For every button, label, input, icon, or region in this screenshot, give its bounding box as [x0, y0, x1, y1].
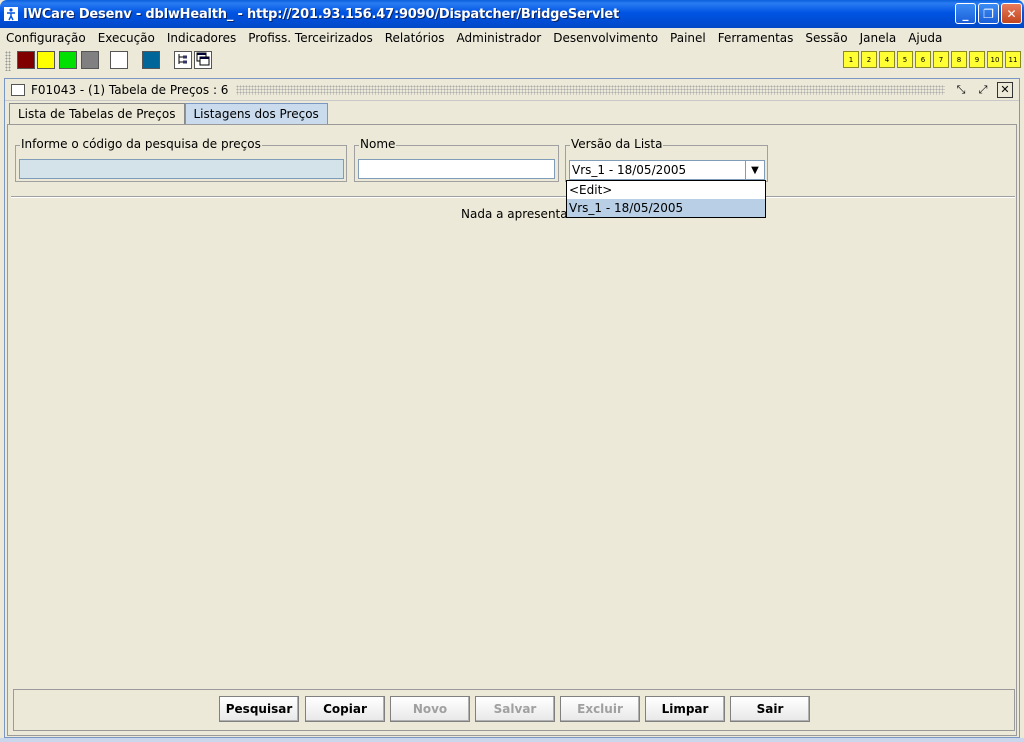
menu-ajuda[interactable]: Ajuda [908, 31, 942, 45]
color-button-blue[interactable] [142, 51, 160, 69]
shortcut-button-2[interactable]: 2 [861, 51, 877, 68]
tab-panel: Informe o código da pesquisa de preços N… [7, 124, 1017, 736]
menu-ferramentas[interactable]: Ferramentas [718, 31, 794, 45]
empty-message: Nada a apresentar [461, 207, 573, 221]
codigo-field[interactable] [19, 159, 344, 179]
versao-label: Versão da Lista [570, 137, 664, 151]
expand-icon: ⤢ [978, 82, 988, 96]
excluir-button[interactable]: Excluir [560, 696, 640, 722]
tab-strip: Lista de Tabelas de Preços Listagens dos… [9, 103, 328, 124]
shortcut-button-4[interactable]: 4 [879, 51, 895, 68]
internal-frame: F01043 - (1) Tabela de Preços : 6 ⤡ ⤢ ✕ … [4, 78, 1020, 738]
nome-group: Nome [354, 137, 559, 182]
toolbar-grip[interactable] [5, 51, 11, 71]
versao-selected-value: Vrs_1 - 18/05/2005 [572, 163, 687, 177]
menubar: Configuração Execução Indicadores Profis… [0, 28, 1024, 48]
close-button[interactable]: ✕ [1001, 3, 1022, 24]
menu-configuracao[interactable]: Configuração [6, 31, 86, 45]
color-button-white[interactable] [110, 51, 128, 69]
frame-close-button[interactable]: ✕ [997, 81, 1013, 98]
color-button-gray[interactable] [81, 51, 99, 69]
menu-painel[interactable]: Painel [670, 31, 706, 45]
tab-lista-tabelas-precos[interactable]: Lista de Tabelas de Preços [9, 103, 185, 124]
copiar-button[interactable]: Copiar [305, 696, 385, 722]
shrink-icon: ⤡ [956, 82, 966, 96]
shortcut-button-1[interactable]: 1 [843, 51, 859, 68]
color-button-green[interactable] [59, 51, 77, 69]
menu-indicadores[interactable]: Indicadores [167, 31, 236, 45]
nome-field[interactable] [358, 159, 555, 179]
menu-execucao[interactable]: Execução [98, 31, 155, 45]
versao-dropdown-list: <Edit> Vrs_1 - 18/05/2005 [566, 180, 766, 218]
toolbar: 1 2 4 5 6 7 8 9 10 11 [0, 49, 1024, 73]
limpar-button[interactable]: Limpar [645, 696, 725, 722]
minimize-button[interactable]: _ [955, 3, 976, 24]
shortcut-button-8[interactable]: 8 [951, 51, 967, 68]
menu-administrador[interactable]: Administrador [457, 31, 542, 45]
windows-icon [196, 52, 210, 69]
shortcut-button-9[interactable]: 9 [969, 51, 985, 68]
versao-group: Versão da Lista Vrs_1 - 18/05/2005 ▼ [565, 137, 768, 182]
shortcut-button-11[interactable]: 11 [1005, 51, 1021, 68]
separator [11, 196, 1015, 198]
tree-view-button[interactable] [174, 51, 192, 69]
accessibility-icon [3, 6, 19, 22]
shortcut-button-7[interactable]: 7 [933, 51, 949, 68]
sair-button[interactable]: Sair [730, 696, 810, 722]
codigo-label: Informe o código da pesquisa de preços [20, 137, 262, 151]
frame-title: F01043 - (1) Tabela de Preços : 6 [31, 82, 229, 97]
nome-label: Nome [359, 137, 397, 151]
menu-sessao[interactable]: Sessão [805, 31, 847, 45]
codigo-group: Informe o código da pesquisa de preços [15, 137, 347, 182]
frame-title-grip [236, 84, 945, 95]
menu-relatorios[interactable]: Relatórios [385, 31, 445, 45]
tree-icon [177, 53, 189, 68]
restore-icon: ❐ [983, 6, 994, 21]
tab-listagens-precos[interactable]: Listagens dos Preços [184, 103, 328, 124]
window-titlebar[interactable]: IWCare Desenv - dblwHealth_ - http://201… [0, 0, 1024, 28]
frame-titlebar[interactable]: F01043 - (1) Tabela de Preços : 6 ⤡ ⤢ ✕ [5, 79, 1019, 101]
novo-button[interactable]: Novo [390, 696, 470, 722]
pesquisar-button[interactable]: Pesquisar [219, 696, 299, 722]
menu-desenvolvimento[interactable]: Desenvolvimento [553, 31, 658, 45]
button-bar: Pesquisar Copiar Novo Salvar Excluir Lim… [13, 689, 1015, 731]
restore-button[interactable]: ❐ [978, 3, 999, 24]
frame-maximize-button[interactable]: ⤢ [975, 82, 991, 98]
shortcut-button-6[interactable]: 6 [915, 51, 931, 68]
shortcut-button-10[interactable]: 10 [987, 51, 1003, 68]
status-strip [0, 738, 1024, 742]
frame-minimize-button[interactable]: ⤡ [953, 82, 969, 98]
color-button-yellow[interactable] [37, 51, 55, 69]
color-button-maroon[interactable] [17, 51, 35, 69]
numbered-shortcuts: 1 2 4 5 6 7 8 9 10 11 [843, 51, 1021, 68]
versao-option-vrs1[interactable]: Vrs_1 - 18/05/2005 [567, 199, 765, 217]
close-icon: ✕ [1006, 6, 1017, 21]
minimize-icon: _ [962, 6, 969, 21]
window-title: IWCare Desenv - dblwHealth_ - http://201… [23, 6, 620, 22]
menu-janela[interactable]: Janela [860, 31, 897, 45]
menu-profiss-terceirizados[interactable]: Profiss. Terceirizados [248, 31, 373, 45]
shortcut-button-5[interactable]: 5 [897, 51, 913, 68]
chevron-down-icon[interactable]: ▼ [745, 161, 764, 179]
versao-option-edit[interactable]: <Edit> [567, 181, 765, 199]
cascade-windows-button[interactable] [194, 51, 212, 69]
close-icon: ✕ [1000, 83, 1010, 96]
document-icon [11, 83, 25, 96]
salvar-button[interactable]: Salvar [475, 696, 555, 722]
versao-select[interactable]: Vrs_1 - 18/05/2005 ▼ [569, 160, 765, 180]
